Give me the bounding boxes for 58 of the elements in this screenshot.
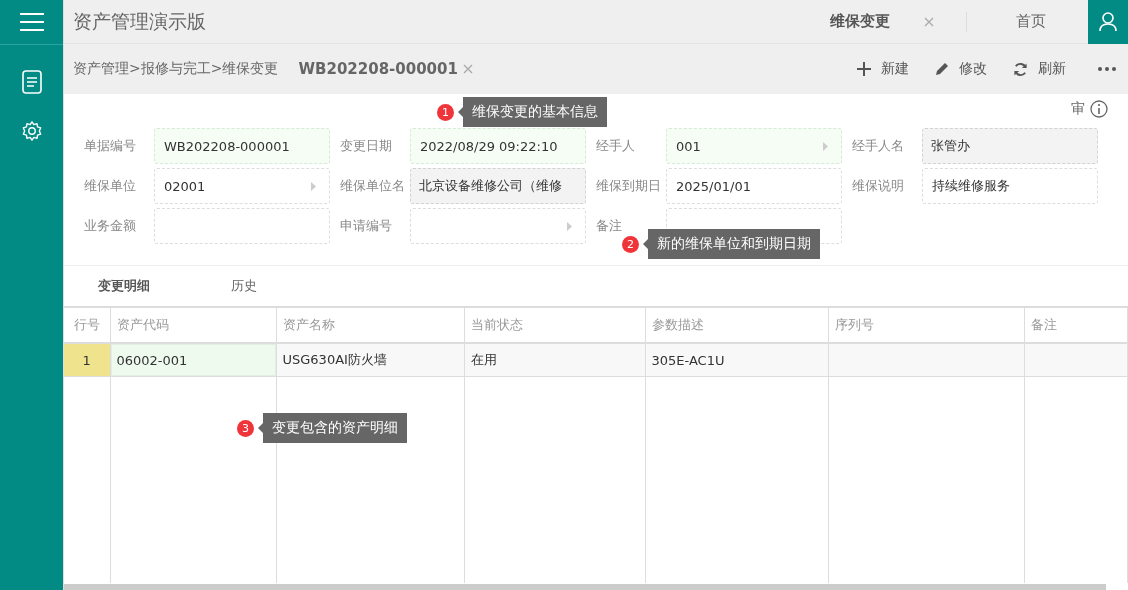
tab-label[interactable]: 首页 xyxy=(1016,12,1046,31)
input-field[interactable]: WB202208-000001 xyxy=(154,128,330,164)
input-field[interactable]: 2022/08/29 09:22:10 xyxy=(410,128,586,164)
document-tab[interactable]: WB202208-000001 xyxy=(298,60,458,78)
table-cell: 在用 xyxy=(464,343,645,377)
input-field[interactable]: 2025/01/01 xyxy=(666,168,842,204)
refresh-icon xyxy=(1013,61,1028,77)
field-label: 经手人名 xyxy=(852,137,905,155)
document-icon[interactable] xyxy=(21,70,42,94)
table-cell: USG630AI防火墙 xyxy=(276,343,464,377)
tooltip: 变更包含的资产明细 xyxy=(258,413,407,443)
info-icon[interactable] xyxy=(1090,100,1108,118)
field-label: 维保单位 xyxy=(84,177,137,195)
field-label: 维保到期日 xyxy=(596,177,662,195)
scrollbar[interactable] xyxy=(64,584,1106,590)
settings-icon[interactable] xyxy=(20,120,43,142)
input-field[interactable]: 北京设备维修公司（维修 xyxy=(410,168,586,204)
field-label: 变更日期 xyxy=(340,137,393,155)
field-label: 单据编号 xyxy=(84,137,137,155)
menu-icon[interactable] xyxy=(19,13,44,31)
refresh-button[interactable]: 刷新 xyxy=(1013,60,1066,78)
tab-label[interactable]: 维保变更 xyxy=(830,12,890,31)
input-field[interactable]: 持续维修服务 xyxy=(922,168,1098,204)
field-label: 维保单位名 xyxy=(340,177,406,195)
table-cell: 305E-AC1U xyxy=(645,343,828,377)
breadcrumb: 资产管理>报修与完工>维保变更 xyxy=(73,60,279,78)
field-label: 维保说明 xyxy=(852,177,905,195)
new-button[interactable]: 新建 xyxy=(857,60,909,78)
close-icon[interactable] xyxy=(462,64,473,74)
input-field[interactable]: 张管办 xyxy=(922,128,1098,164)
field-label: 经手人 xyxy=(596,137,636,155)
page-tab[interactable]: 首页 xyxy=(967,12,1088,31)
tooltip: 维保变更的基本信息 xyxy=(458,97,607,127)
caret-icon[interactable] xyxy=(311,181,316,191)
caret-icon[interactable] xyxy=(823,141,828,151)
field-label: 备注 xyxy=(596,217,623,235)
audit-label: 审 xyxy=(1071,100,1085,118)
user-button[interactable] xyxy=(1088,0,1128,44)
field-label: 申请编号 xyxy=(340,217,393,235)
tooltip: 新的维保单位和到期日期 xyxy=(643,229,820,259)
close-icon[interactable] xyxy=(924,16,934,27)
caret-icon[interactable] xyxy=(567,221,572,231)
detail-tab[interactable]: 历史 xyxy=(184,266,304,306)
input-field[interactable] xyxy=(410,208,586,244)
field-label: 业务金额 xyxy=(84,217,137,235)
input-field[interactable]: 02001 xyxy=(154,168,330,204)
pencil-icon xyxy=(935,62,949,76)
table-cell: 06002-001 xyxy=(110,343,276,377)
plus-icon xyxy=(857,62,871,76)
app-title: 资产管理演示版 xyxy=(73,8,206,34)
detail-tab[interactable]: 变更明细 xyxy=(64,266,184,306)
page-tab[interactable]: 维保变更 xyxy=(830,12,966,31)
table-cell: 1 xyxy=(64,343,110,377)
user-icon[interactable] xyxy=(1099,11,1117,32)
more-icon[interactable] xyxy=(1098,67,1116,71)
input-field[interactable]: 001 xyxy=(666,128,842,164)
edit-button[interactable]: 修改 xyxy=(935,60,987,78)
input-field[interactable] xyxy=(154,208,330,244)
